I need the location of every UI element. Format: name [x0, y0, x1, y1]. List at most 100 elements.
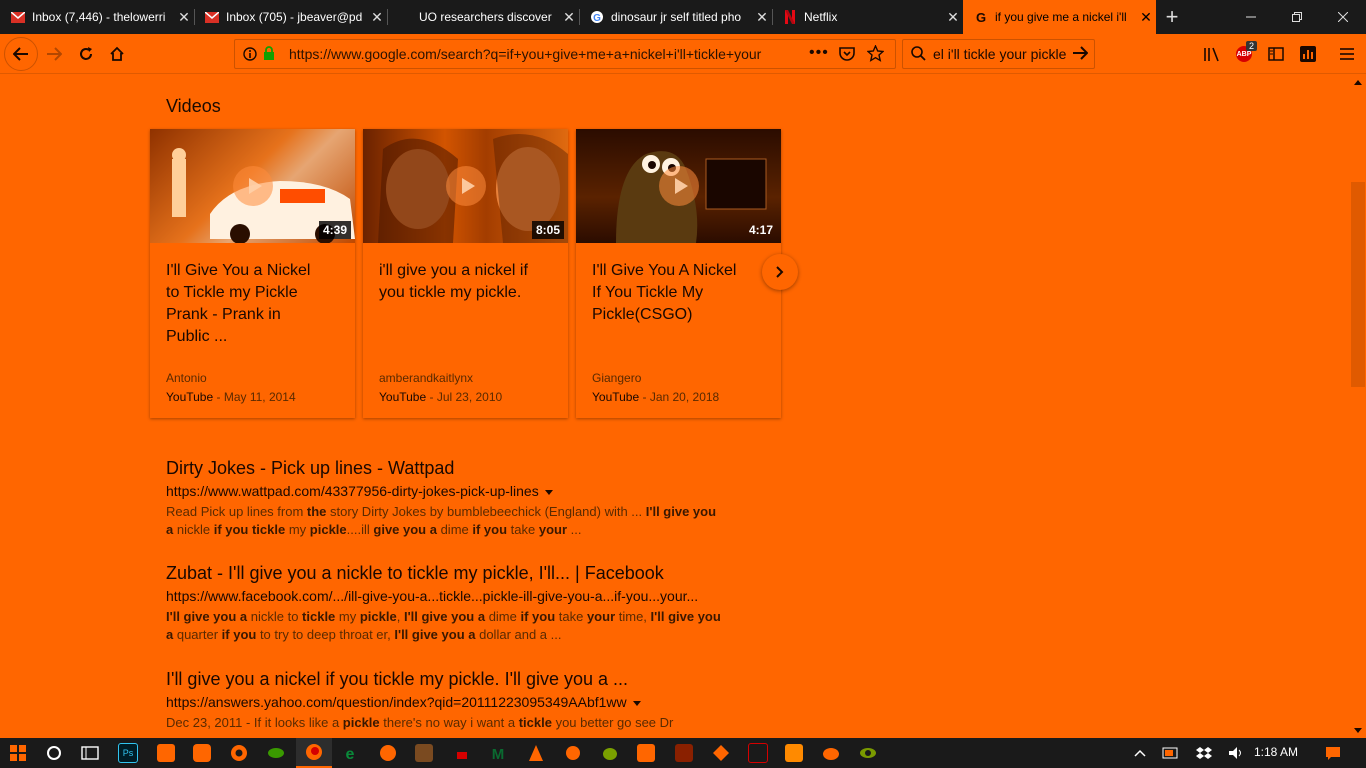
svg-text:G: G	[976, 10, 986, 24]
windows-logo-icon	[10, 745, 26, 761]
dosbox-icon	[748, 743, 768, 763]
taskbar-clock[interactable]: 1:18 AM	[1254, 745, 1298, 759]
close-icon[interactable]: ✕	[943, 9, 963, 26]
tor-taskbar-button[interactable]	[850, 738, 886, 768]
result-title-link[interactable]: Zubat - I'll give you a nickle to tickle…	[166, 563, 726, 584]
minimize-button[interactable]	[1228, 0, 1274, 34]
tab-netflix[interactable]: Netflix ✕	[772, 0, 963, 34]
search-go-icon[interactable]	[1072, 46, 1089, 65]
video-card[interactable]: 8:05 i'll give you a nickel if you tickl…	[363, 129, 568, 418]
bookmark-star-icon[interactable]	[866, 44, 885, 67]
action-center-button[interactable]	[1315, 738, 1351, 768]
vertical-scrollbar[interactable]	[1350, 74, 1366, 738]
pdf-taskbar-button[interactable]	[628, 738, 664, 768]
tray-power-button[interactable]	[1153, 738, 1189, 768]
firefox-taskbar-button[interactable]	[296, 738, 332, 768]
package-taskbar-button[interactable]	[406, 738, 442, 768]
dosbox-taskbar-button[interactable]	[740, 738, 776, 768]
video-thumbnail[interactable]: 4:39	[150, 129, 355, 243]
video-thumbnail[interactable]: 8:05	[363, 129, 568, 243]
pocket-icon[interactable]	[839, 46, 855, 66]
forward-arrow-icon	[47, 47, 62, 61]
green-app-taskbar-button[interactable]	[258, 738, 294, 768]
photoshop-taskbar-button[interactable]: Ps	[110, 738, 146, 768]
tab-label: UO researchers discover	[419, 10, 552, 24]
close-window-button[interactable]	[1320, 0, 1366, 34]
file-explorer-taskbar-button[interactable]	[148, 738, 184, 768]
firefox-alt-taskbar-button[interactable]	[370, 738, 406, 768]
hollow-taskbar-button[interactable]	[592, 738, 628, 768]
video-thumbnail[interactable]: 4:17	[576, 129, 781, 243]
close-icon[interactable]: ✕	[174, 9, 194, 26]
page-actions-icon[interactable]: •••	[809, 44, 829, 62]
volume-button[interactable]	[1218, 738, 1254, 768]
new-tab-button[interactable]: +	[1160, 0, 1184, 34]
tab-gmail-1[interactable]: Inbox (7,446) - thelowerri ✕	[0, 0, 194, 34]
close-icon[interactable]: ✕	[559, 9, 579, 26]
search-bar[interactable]: el i'll tickle your pickle	[902, 39, 1095, 69]
info-icon[interactable]	[243, 47, 257, 66]
video-source: YouTube - Jan 20, 2018	[592, 390, 719, 404]
stats-extension-button[interactable]	[1294, 38, 1322, 70]
film-icon	[675, 744, 693, 762]
edge-taskbar-button[interactable]: e	[332, 738, 368, 768]
url-bar[interactable]: https://www.google.com/search?q=if+you+g…	[234, 39, 896, 69]
tab-dinosaur-jr[interactable]: G dinosaur jr self titled pho ✕	[579, 0, 772, 34]
back-button[interactable]	[4, 37, 38, 71]
scrollbar-thumb[interactable]	[1351, 182, 1365, 387]
reload-button[interactable]	[70, 38, 102, 70]
close-icon[interactable]: ✕	[752, 9, 772, 26]
git-taskbar-button[interactable]	[703, 738, 739, 768]
video-title[interactable]: I'll Give You A Nickel If You Tickle My …	[592, 260, 742, 326]
result-options-dropdown-icon[interactable]	[632, 700, 641, 706]
menu-button[interactable]	[1333, 38, 1361, 70]
cortana-button[interactable]	[36, 738, 72, 768]
red-app-taskbar-button[interactable]	[444, 738, 480, 768]
winrar-taskbar-button[interactable]	[776, 738, 812, 768]
malwarebytes-taskbar-button[interactable]: M	[480, 738, 516, 768]
task-view-button[interactable]	[72, 738, 108, 768]
paint-taskbar-button[interactable]	[813, 738, 849, 768]
tab-google-search-active[interactable]: G if you give me a nickel i'll ✕	[963, 0, 1156, 34]
video-title[interactable]: i'll give you a nickel if you tickle my …	[379, 260, 529, 304]
restore-button[interactable]	[1274, 0, 1320, 34]
tab-uo-news[interactable]: UO researchers discover ✕	[387, 0, 579, 34]
video-duration: 8:05	[531, 221, 564, 239]
video-card[interactable]: 4:39 I'll Give You a Nickel to Tickle my…	[150, 129, 355, 418]
result-options-dropdown-icon[interactable]	[544, 489, 553, 495]
video-author: Giangero	[592, 371, 642, 385]
home-button[interactable]	[101, 38, 133, 70]
chevron-right-icon	[776, 266, 784, 278]
adblock-button[interactable]: ABP 2	[1230, 38, 1258, 70]
library-button[interactable]	[1198, 38, 1226, 70]
vlc-taskbar-button[interactable]	[518, 738, 554, 768]
close-icon[interactable]: ✕	[367, 9, 387, 26]
result-title-link[interactable]: Dirty Jokes - Pick up lines - Wattpad	[166, 458, 726, 479]
result-url: https://www.wattpad.com/43377956-dirty-j…	[166, 483, 726, 499]
scroll-up-arrow-icon[interactable]	[1350, 74, 1366, 90]
search-result: Zubat - I'll give you a nickle to tickle…	[166, 563, 726, 644]
carousel-next-button[interactable]	[762, 254, 798, 290]
dropbox-taskbar-button[interactable]	[184, 738, 220, 768]
search-input[interactable]: el i'll tickle your pickle	[933, 46, 1071, 62]
result-title-link[interactable]: I'll give you a nickel if you tickle my …	[166, 669, 726, 690]
start-button[interactable]	[0, 738, 36, 768]
lock-icon[interactable]	[263, 46, 275, 66]
tab-gmail-2[interactable]: Inbox (705) - jbeaver@pd ✕	[194, 0, 387, 34]
sonic-taskbar-button[interactable]	[555, 738, 591, 768]
chrome-taskbar-button[interactable]	[221, 738, 257, 768]
video-card[interactable]: 4:17 I'll Give You A Nickel If You Tickl…	[576, 129, 781, 418]
scroll-down-arrow-icon[interactable]	[1350, 722, 1366, 738]
film-taskbar-button[interactable]	[666, 738, 702, 768]
url-text[interactable]: https://www.google.com/search?q=if+you+g…	[289, 46, 775, 62]
sidebar-icon	[1268, 47, 1284, 61]
adblock-count-badge: 2	[1246, 41, 1258, 51]
video-title[interactable]: I'll Give You a Nickel to Tickle my Pick…	[166, 260, 316, 348]
close-icon[interactable]: ✕	[1136, 9, 1156, 26]
video-date: - Jan 20, 2018	[639, 390, 720, 404]
sidebar-button[interactable]	[1262, 38, 1290, 70]
search-result: I'll give you a nickel if you tickle my …	[166, 669, 726, 732]
tor-icon	[860, 748, 876, 758]
tray-dropbox-button[interactable]	[1186, 738, 1222, 768]
forward-button[interactable]	[38, 38, 70, 70]
